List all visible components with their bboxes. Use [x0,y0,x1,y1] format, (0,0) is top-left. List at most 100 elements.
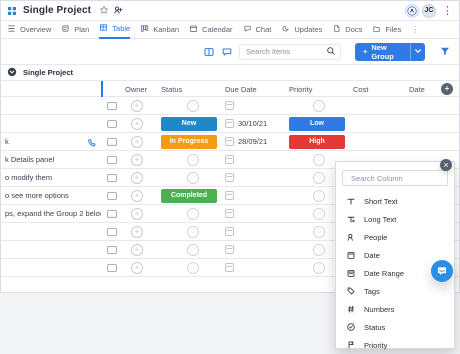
header-due-date[interactable]: Due Date [221,85,285,94]
share-icon[interactable] [113,5,123,17]
add-owner-icon[interactable]: + [131,261,143,274]
dropdown-item-priority[interactable]: Priority [336,336,454,354]
priority-empty-icon[interactable]: ○ [313,153,325,166]
status-empty-icon[interactable]: ○ [187,99,199,112]
dropdown-item-numbers[interactable]: Numbers [336,300,454,318]
due-date-cell[interactable] [221,191,285,200]
status-cell[interactable]: ○ [157,153,221,166]
priority-empty-icon[interactable]: ○ [313,189,325,202]
add-column-button[interactable]: + [441,83,453,95]
priority-empty-icon[interactable]: ○ [313,207,325,220]
header-owner[interactable]: Owner [121,85,157,94]
add-owner-icon[interactable]: + [131,117,143,130]
status-empty-icon[interactable]: ○ [187,153,199,166]
tab-files[interactable]: Files [372,21,401,39]
tab-docs[interactable]: Docs [332,21,362,39]
owner-cell[interactable]: + [121,117,157,130]
add-owner-icon[interactable]: + [131,243,143,256]
tab-chat[interactable]: Chat [243,21,271,39]
search-field[interactable] [244,46,322,57]
chat-icon[interactable] [101,263,121,272]
due-date-cell[interactable] [221,209,285,218]
priority-cell[interactable]: Low [285,116,349,131]
status-cell[interactable]: Completed [157,188,221,203]
new-group-button[interactable]: + New Group [355,42,425,61]
chat-icon[interactable] [101,227,121,236]
status-pill[interactable]: In Progress [161,134,217,149]
priority-empty-icon[interactable]: ○ [313,243,325,256]
status-empty-icon[interactable]: ○ [187,243,199,256]
header-priority[interactable]: Priority [285,85,349,94]
dropdown-search-input[interactable] [349,172,441,184]
tab-kanban[interactable]: Kanban [140,21,179,39]
status-cell[interactable]: In Progress [157,134,221,149]
chat-icon[interactable] [101,173,121,182]
tab-updates[interactable]: Updates [281,21,322,39]
owner-cell[interactable]: + [121,153,157,166]
add-owner-icon[interactable]: + [131,189,143,202]
add-owner-icon[interactable]: + [131,207,143,220]
priority-empty-icon[interactable]: ○ [313,261,325,274]
owner-cell[interactable]: + [121,207,157,220]
due-date-cell[interactable]: 28/09/21 [221,137,285,146]
status-empty-icon[interactable]: ○ [187,207,199,220]
owner-cell[interactable]: + [121,189,157,202]
priority-cell[interactable]: High [285,134,349,149]
owner-cell[interactable]: + [121,225,157,238]
table-row[interactable]: + ○ ○ [1,97,459,115]
tab-overview[interactable]: Overview [7,21,51,39]
avatar[interactable]: JC [422,3,436,18]
priority-empty-icon[interactable]: ○ [313,225,325,238]
table-row[interactable]: k + In Progress 28/09/21 High [1,133,459,151]
status-cell[interactable]: ○ [157,243,221,256]
tab-calendar[interactable]: Calendar [189,21,233,39]
dropdown-item-long-text[interactable]: Long Text [336,210,454,228]
comment-toggle-icon[interactable] [221,45,233,59]
add-owner-icon[interactable]: + [131,225,143,238]
new-group-main[interactable]: + New Group [355,43,410,61]
chat-icon[interactable] [101,209,121,218]
dropdown-item-tags[interactable]: Tags [336,282,454,300]
owner-cell[interactable]: + [121,135,157,148]
status-empty-icon[interactable]: ○ [187,171,199,184]
due-date-cell[interactable]: 30/10/21 [221,119,285,128]
status-empty-icon[interactable]: ○ [187,225,199,238]
due-date-cell[interactable] [221,227,285,236]
add-owner-icon[interactable]: + [131,135,143,148]
owner-cell[interactable]: + [121,99,157,112]
status-cell[interactable]: ○ [157,207,221,220]
owner-cell[interactable]: + [121,261,157,274]
status-empty-icon[interactable]: ○ [187,261,199,274]
header-cost[interactable]: Cost [349,85,405,94]
chat-icon[interactable] [101,191,121,200]
dropdown-item-short-text[interactable]: Short Text [336,192,454,210]
dropdown-item-people[interactable]: People [336,228,454,246]
tab-table[interactable]: Table [99,21,131,39]
new-group-dropdown[interactable] [409,42,425,61]
layout-toggle-icon[interactable] [203,45,215,59]
table-row[interactable]: + New 30/10/21 Low [1,115,459,133]
status-cell[interactable]: New [157,116,221,131]
call-icon[interactable] [87,138,97,148]
search-input[interactable] [239,43,341,60]
add-owner-icon[interactable]: + [131,99,143,112]
due-date-cell[interactable] [221,173,285,182]
chat-icon[interactable] [101,155,121,164]
avatar[interactable] [405,3,419,18]
status-cell[interactable]: ○ [157,261,221,274]
status-cell[interactable]: ○ [157,225,221,238]
filter-icon[interactable] [439,45,451,59]
priority-empty-icon[interactable]: ○ [313,99,325,112]
chat-icon[interactable] [101,119,121,128]
header-status[interactable]: Status [157,85,221,94]
due-date-cell[interactable] [221,263,285,272]
owner-cell[interactable]: + [121,243,157,256]
chat-icon[interactable] [101,137,121,146]
status-pill[interactable]: Completed [161,188,217,203]
chat-icon[interactable] [101,101,121,110]
due-date-cell[interactable] [221,155,285,164]
dropdown-item-status[interactable]: Status [336,318,454,336]
dropdown-search[interactable] [342,170,448,186]
owner-cell[interactable]: + [121,171,157,184]
add-owner-icon[interactable]: + [131,171,143,184]
